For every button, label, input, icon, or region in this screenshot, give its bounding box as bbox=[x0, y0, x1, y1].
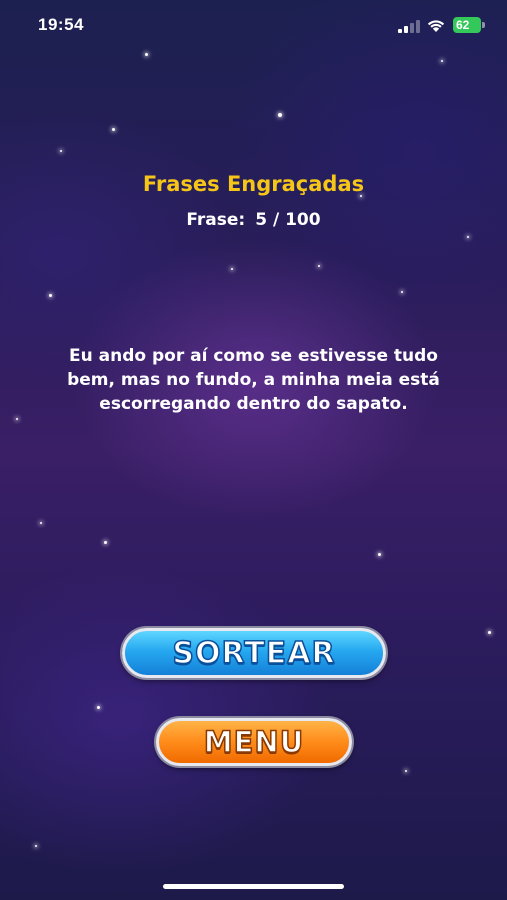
counter-label: Frase: bbox=[186, 210, 246, 230]
star bbox=[104, 541, 107, 544]
star bbox=[401, 291, 403, 293]
star bbox=[441, 60, 443, 62]
battery-level: 62 bbox=[453, 17, 481, 33]
star bbox=[16, 418, 18, 420]
phrase-counter: Frase: 5 / 100 bbox=[0, 210, 507, 230]
signal-icon bbox=[398, 20, 420, 33]
star bbox=[318, 265, 320, 267]
star bbox=[145, 53, 148, 56]
star bbox=[40, 522, 42, 524]
star bbox=[112, 128, 115, 131]
home-indicator[interactable] bbox=[163, 884, 344, 889]
star bbox=[60, 150, 62, 152]
star bbox=[378, 553, 381, 556]
star bbox=[231, 268, 233, 270]
star bbox=[278, 113, 282, 117]
app-screen: 19:54 62 Frases Engraçadas Frase: 5 / 100… bbox=[0, 0, 507, 900]
menu-button[interactable]: MENU bbox=[156, 718, 352, 766]
battery-icon: 62 bbox=[453, 17, 486, 33]
draw-button-label: SORTEAR bbox=[172, 635, 336, 672]
counter-value: 5 / 100 bbox=[255, 210, 321, 230]
status-bar: 19:54 62 bbox=[0, 0, 507, 50]
page-title: Frases Engraçadas bbox=[142, 172, 365, 196]
phrase-text: Eu ando por aí como se estivesse tudo be… bbox=[67, 346, 440, 414]
star bbox=[97, 706, 100, 709]
wifi-icon bbox=[427, 20, 445, 32]
star bbox=[49, 294, 52, 297]
battery-percent: 62 bbox=[456, 18, 470, 32]
status-time: 19:54 bbox=[38, 15, 84, 34]
draw-button[interactable]: SORTEAR bbox=[122, 628, 386, 678]
star bbox=[35, 845, 37, 847]
star bbox=[467, 236, 469, 238]
star bbox=[405, 770, 407, 772]
star bbox=[488, 631, 491, 634]
menu-button-label: MENU bbox=[203, 724, 305, 760]
